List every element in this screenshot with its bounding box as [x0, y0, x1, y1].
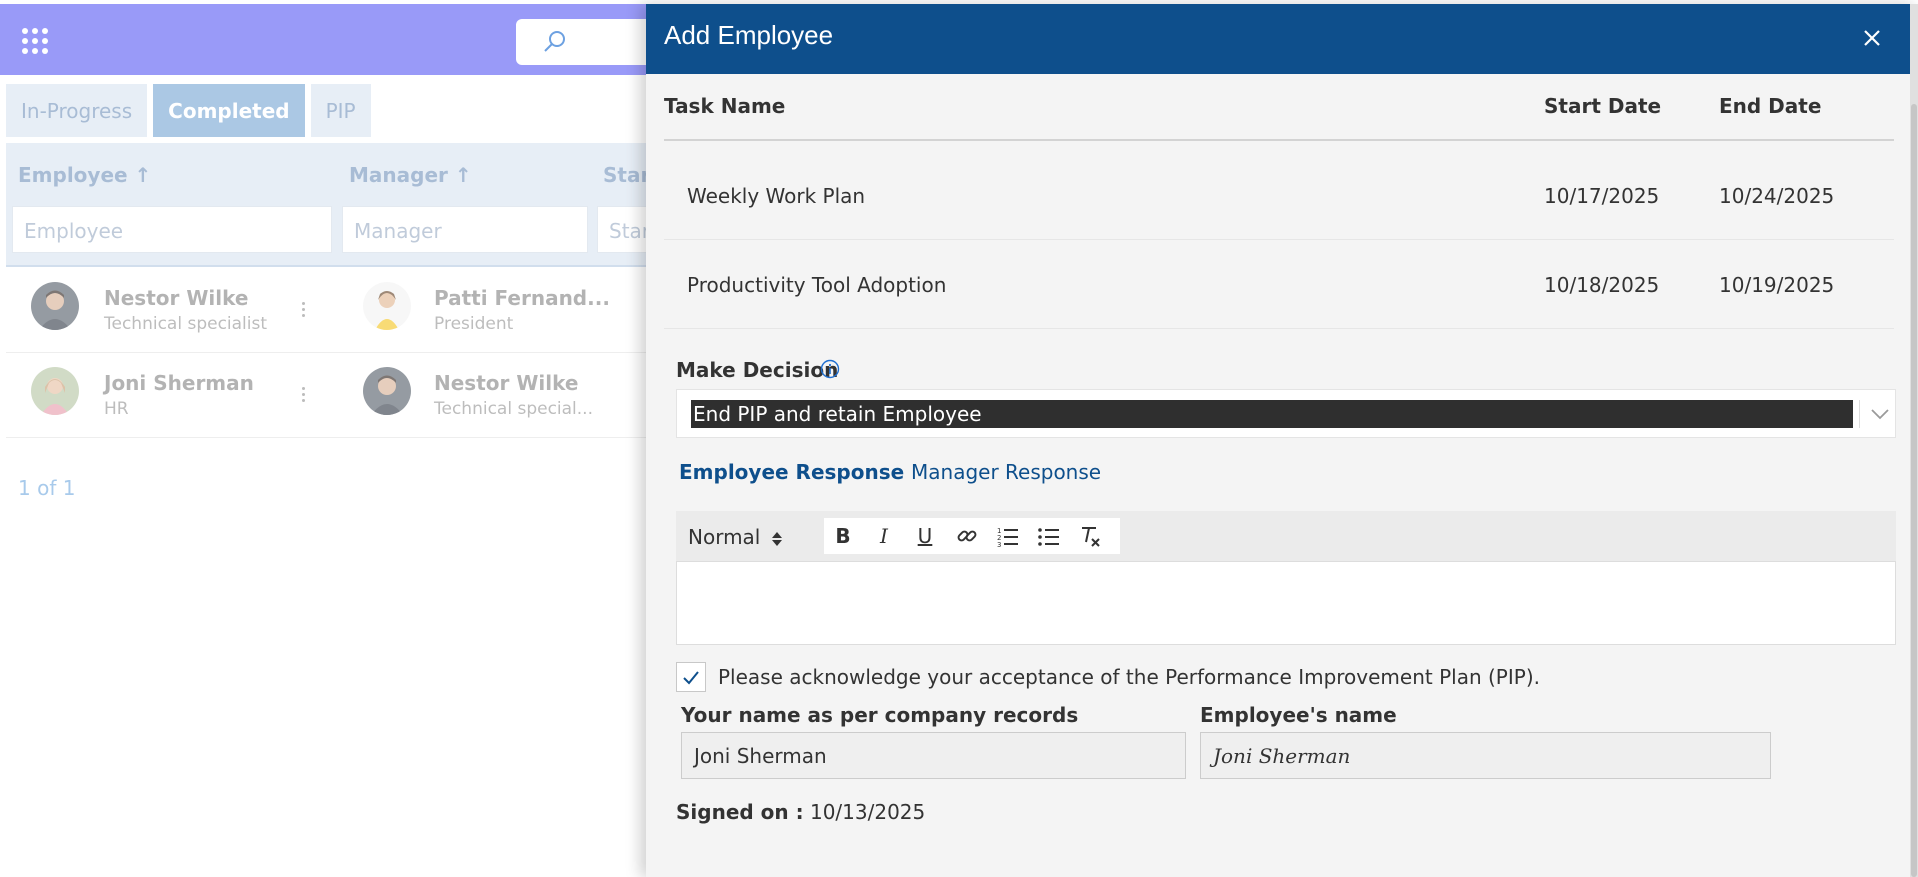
employee-name: Joni Sherman: [104, 371, 254, 395]
avatar: [363, 282, 411, 330]
task-start-date: 10/17/2025: [1544, 184, 1660, 208]
format-label: Normal: [688, 525, 761, 549]
company-name-label: Your name as per company records: [681, 703, 1079, 727]
tab-completed[interactable]: Completed: [153, 84, 305, 137]
tab-employee-response[interactable]: Employee Response: [679, 460, 904, 484]
editor-toolbar: Normal B I U 1 2 3: [676, 511, 1896, 564]
chevron-down-icon[interactable]: [1869, 404, 1891, 424]
close-icon[interactable]: [1858, 24, 1886, 52]
manager-role: Technical special...: [434, 399, 593, 419]
checkmark-icon: [683, 671, 699, 685]
signed-on-date: 10/13/2025: [809, 800, 926, 824]
tab-pip[interactable]: PIP: [310, 84, 371, 137]
scrollbar-thumb[interactable]: [1911, 104, 1917, 877]
avatar: [363, 367, 411, 415]
panel-header: Add Employee: [646, 4, 1910, 74]
updown-icon: [771, 531, 782, 546]
make-decision-label: Make Decision: [676, 358, 839, 382]
task-name: Productivity Tool Adoption: [687, 273, 947, 297]
decision-selected-value: End PIP and retain Employee: [691, 400, 1853, 428]
signed-on-label: Signed on :: [676, 800, 804, 824]
acknowledge-checkbox[interactable]: [676, 662, 706, 692]
panel-title: Add Employee: [664, 20, 834, 50]
status-tabs: In-Progress Completed PIP: [6, 84, 371, 137]
signed-on: Signed on : 10/13/2025: [676, 800, 925, 824]
manager-filter-input[interactable]: Manager: [342, 206, 588, 253]
employee-name: Nestor Wilke: [104, 286, 249, 310]
underline-icon[interactable]: U: [913, 524, 937, 548]
employee-role: Technical specialist: [104, 314, 268, 334]
clear-format-icon[interactable]: [1078, 524, 1102, 548]
task-name-header: Task Name: [664, 94, 786, 118]
paragraph-format-select[interactable]: Normal: [688, 525, 783, 549]
app-header: [0, 4, 676, 75]
grid-header: Employee ↑ Manager ↑ Start Employee Mana…: [6, 143, 667, 267]
decision-dropdown[interactable]: End PIP and retain Employee: [676, 389, 1896, 438]
employee-filter-input[interactable]: Employee: [12, 206, 332, 253]
task-name: Weekly Work Plan: [687, 184, 866, 208]
pager: 1 of 1: [18, 476, 76, 500]
link-icon[interactable]: [955, 524, 979, 548]
end-date-header: End Date: [1719, 94, 1822, 118]
employee-signature-field[interactable]: Joni Sherman: [1200, 732, 1771, 779]
manager-role: President: [434, 314, 514, 334]
ordered-list-icon[interactable]: 1 2 3: [996, 524, 1020, 548]
search-icon: [544, 31, 565, 52]
employee-role: HR: [104, 399, 129, 419]
formatting-buttons: B I U 1 2 3: [824, 518, 1120, 554]
tab-in-progress[interactable]: In-Progress: [6, 84, 148, 137]
acknowledge-label: Please acknowledge your acceptance of th…: [718, 665, 1540, 689]
task-row: Weekly Work Plan 10/17/2025 10/24/2025: [664, 152, 1894, 240]
more-options-icon[interactable]: [300, 387, 306, 402]
app-launcher-icon[interactable]: [22, 28, 48, 54]
manager-name: Nestor Wilke: [434, 371, 579, 395]
task-start-date: 10/18/2025: [1544, 273, 1660, 297]
task-end-date: 10/24/2025: [1719, 184, 1835, 208]
tab-manager-response[interactable]: Manager Response: [911, 460, 1101, 484]
table-row[interactable]: Nestor Wilke Technical specialist Patti …: [6, 268, 660, 353]
employee-name-label: Employee's name: [1200, 703, 1397, 727]
add-employee-panel: Add Employee Task Name Start Date End Da…: [646, 4, 1918, 877]
bold-icon[interactable]: B: [831, 524, 855, 548]
start-date-header: Start Date: [1544, 94, 1662, 118]
manager-name: Patti Fernand...: [434, 286, 610, 310]
info-icon[interactable]: [820, 359, 840, 379]
avatar: [31, 367, 79, 415]
more-options-icon[interactable]: [300, 302, 306, 317]
italic-icon[interactable]: I: [872, 524, 896, 548]
task-row: Productivity Tool Adoption 10/18/2025 10…: [664, 241, 1894, 329]
column-manager-header[interactable]: Manager ↑: [349, 163, 472, 187]
panel-scrollbar[interactable]: [1910, 4, 1918, 877]
company-name-field[interactable]: Joni Sherman: [681, 732, 1186, 779]
response-editor[interactable]: [676, 561, 1896, 645]
dropdown-divider: [1859, 400, 1860, 428]
svg-text:3: 3: [997, 541, 1001, 548]
column-employee-header[interactable]: Employee ↑: [18, 163, 151, 187]
avatar: [31, 282, 79, 330]
task-end-date: 10/19/2025: [1719, 273, 1835, 297]
bullet-list-icon[interactable]: [1037, 524, 1061, 548]
table-row[interactable]: Joni Sherman HR Nestor Wilke Technical s…: [6, 353, 660, 438]
header-divider: [664, 139, 1894, 141]
